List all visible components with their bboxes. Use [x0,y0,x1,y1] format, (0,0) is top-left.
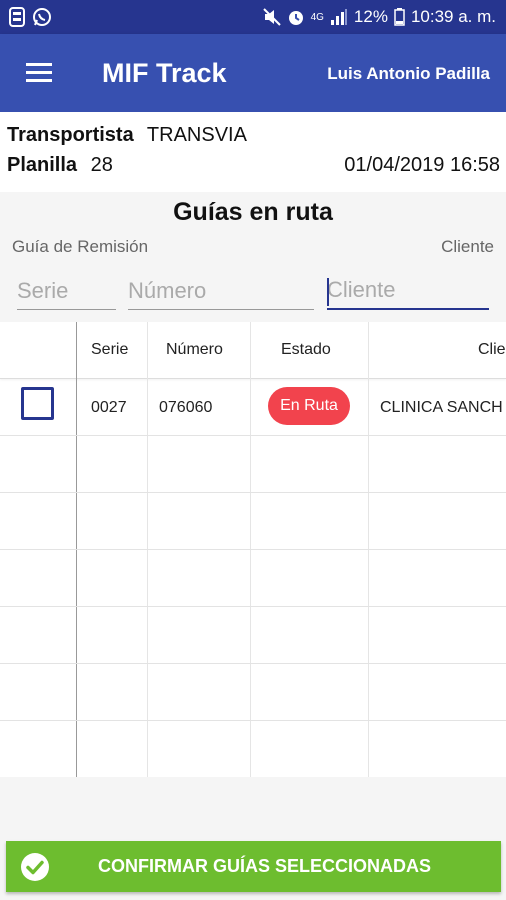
mute-icon [262,8,281,26]
signal-icon [330,9,348,25]
cell-serie: 0027 [91,399,127,416]
row-divider [0,720,506,721]
status-bar: 4G 12% 10:39 a. m. [0,0,506,34]
numero-input[interactable] [128,272,314,310]
guias-table[interactable]: Serie Número Estado Clie 0027 076060 En … [0,322,506,777]
row-divider [0,492,506,493]
battery-icon [394,8,405,26]
network-indicator: 4G [310,11,324,23]
status-badge: En Ruta [268,387,350,425]
planilla-value: 28 [90,154,113,176]
row-checkbox[interactable] [21,387,54,420]
row-divider [0,549,506,550]
serie-input[interactable] [17,272,116,310]
cell-cliente: CLINICA SANCH [380,399,503,416]
transportista-label: Transportista [7,124,134,146]
header-cliente[interactable]: Clie [478,341,506,359]
app-title: MIF Track [102,58,227,88]
sim-icon [8,7,26,27]
status-bar-left [8,7,52,27]
datetime: 01/04/2019 16:58 [344,154,500,176]
planilla-label: Planilla [7,154,78,176]
status-bar-right: 4G 12% 10:39 a. m. [262,7,496,27]
row-divider [0,663,506,664]
text-caret [327,278,329,306]
confirm-guides-button[interactable]: CONFIRMAR GUÍAS SELECCIONADAS [6,841,501,892]
row-divider [0,435,506,436]
row-divider [0,606,506,607]
battery-percent: 12% [353,7,388,26]
confirm-button-label: CONFIRMAR GUÍAS SELECCIONADAS [97,856,431,876]
alarm-icon [287,8,305,26]
cliente-label: Cliente [441,237,494,256]
clock: 10:39 a. m. [410,7,496,26]
app-bar: MIF Track Luis Antonio Padilla [0,34,506,112]
cell-numero: 076060 [159,399,213,416]
hamburger-icon [26,63,52,82]
header-estado[interactable]: Estado [281,341,331,359]
trip-info: Transportista TRANSVIA Planilla 28 01/04… [0,112,506,192]
planilla-row: Planilla 28 [7,154,113,177]
menu-button[interactable] [24,60,54,86]
whatsapp-icon [32,7,52,27]
user-name: Luis Antonio Padilla [327,64,490,83]
header-serie[interactable]: Serie [91,341,128,359]
guia-remision-label: Guía de Remisión [12,237,149,256]
cliente-input[interactable] [327,272,489,310]
section-title: Guías en ruta [173,198,333,226]
header-numero[interactable]: Número [166,341,223,359]
transportista-row: Transportista TRANSVIA [7,124,247,147]
transportista-value: TRANSVIA [146,124,247,146]
